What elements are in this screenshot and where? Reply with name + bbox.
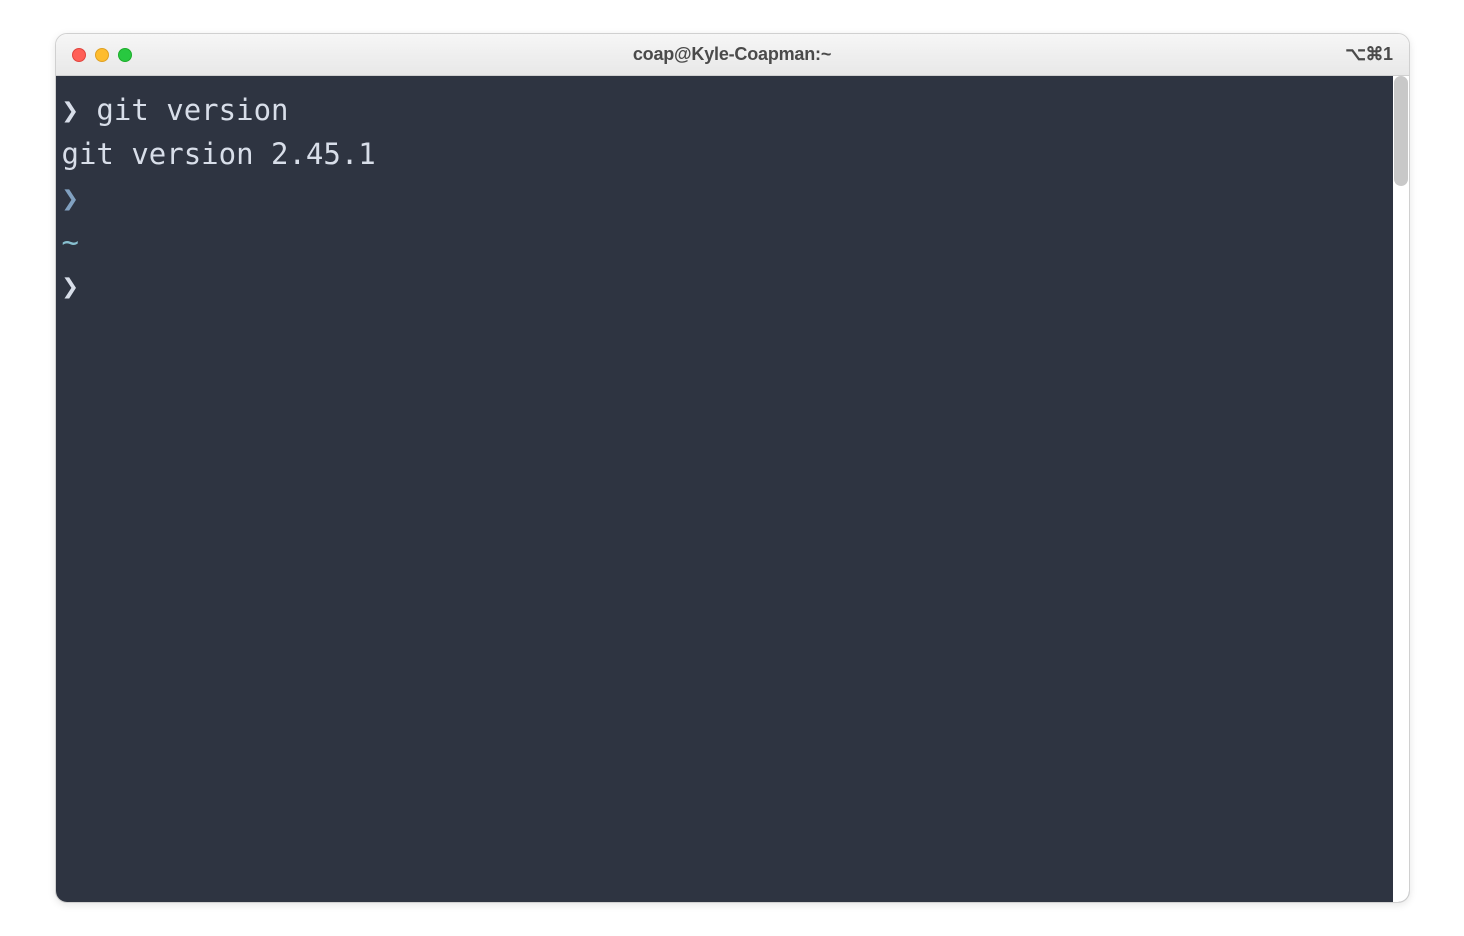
terminal-prompt-line: ❯ xyxy=(62,264,1409,308)
command-text: git version xyxy=(79,93,289,127)
traffic-lights xyxy=(72,48,132,62)
terminal-line: ❯ xyxy=(62,176,1409,220)
terminal-body[interactable]: ❯ git versiongit version 2.45.1❯~❯ xyxy=(56,76,1409,902)
cursor-mark: ❯ xyxy=(62,181,79,215)
scrollbar-track[interactable] xyxy=(1393,76,1409,902)
prompt-symbol: ❯ xyxy=(62,93,79,127)
terminal-line: ❯ git version xyxy=(62,88,1409,132)
window-title: coap@Kyle-Coapman:~ xyxy=(72,44,1393,65)
close-button[interactable] xyxy=(72,48,86,62)
window-shortcut-indicator: ⌥⌘1 xyxy=(1345,44,1392,65)
terminal-line: ~ xyxy=(62,220,1409,264)
terminal-window: coap@Kyle-Coapman:~ ⌥⌘1 ❯ git versiongit… xyxy=(55,33,1410,903)
terminal-output-line: git version 2.45.1 xyxy=(62,132,1409,176)
tilde-path: ~ xyxy=(62,225,79,259)
maximize-button[interactable] xyxy=(118,48,132,62)
prompt-symbol: ❯ xyxy=(62,269,79,303)
terminal-content[interactable]: ❯ git versiongit version 2.45.1❯~❯ xyxy=(56,76,1409,308)
titlebar[interactable]: coap@Kyle-Coapman:~ ⌥⌘1 xyxy=(56,34,1409,76)
minimize-button[interactable] xyxy=(95,48,109,62)
prompt-cursor-area[interactable] xyxy=(79,269,96,303)
scrollbar-thumb[interactable] xyxy=(1394,76,1408,186)
